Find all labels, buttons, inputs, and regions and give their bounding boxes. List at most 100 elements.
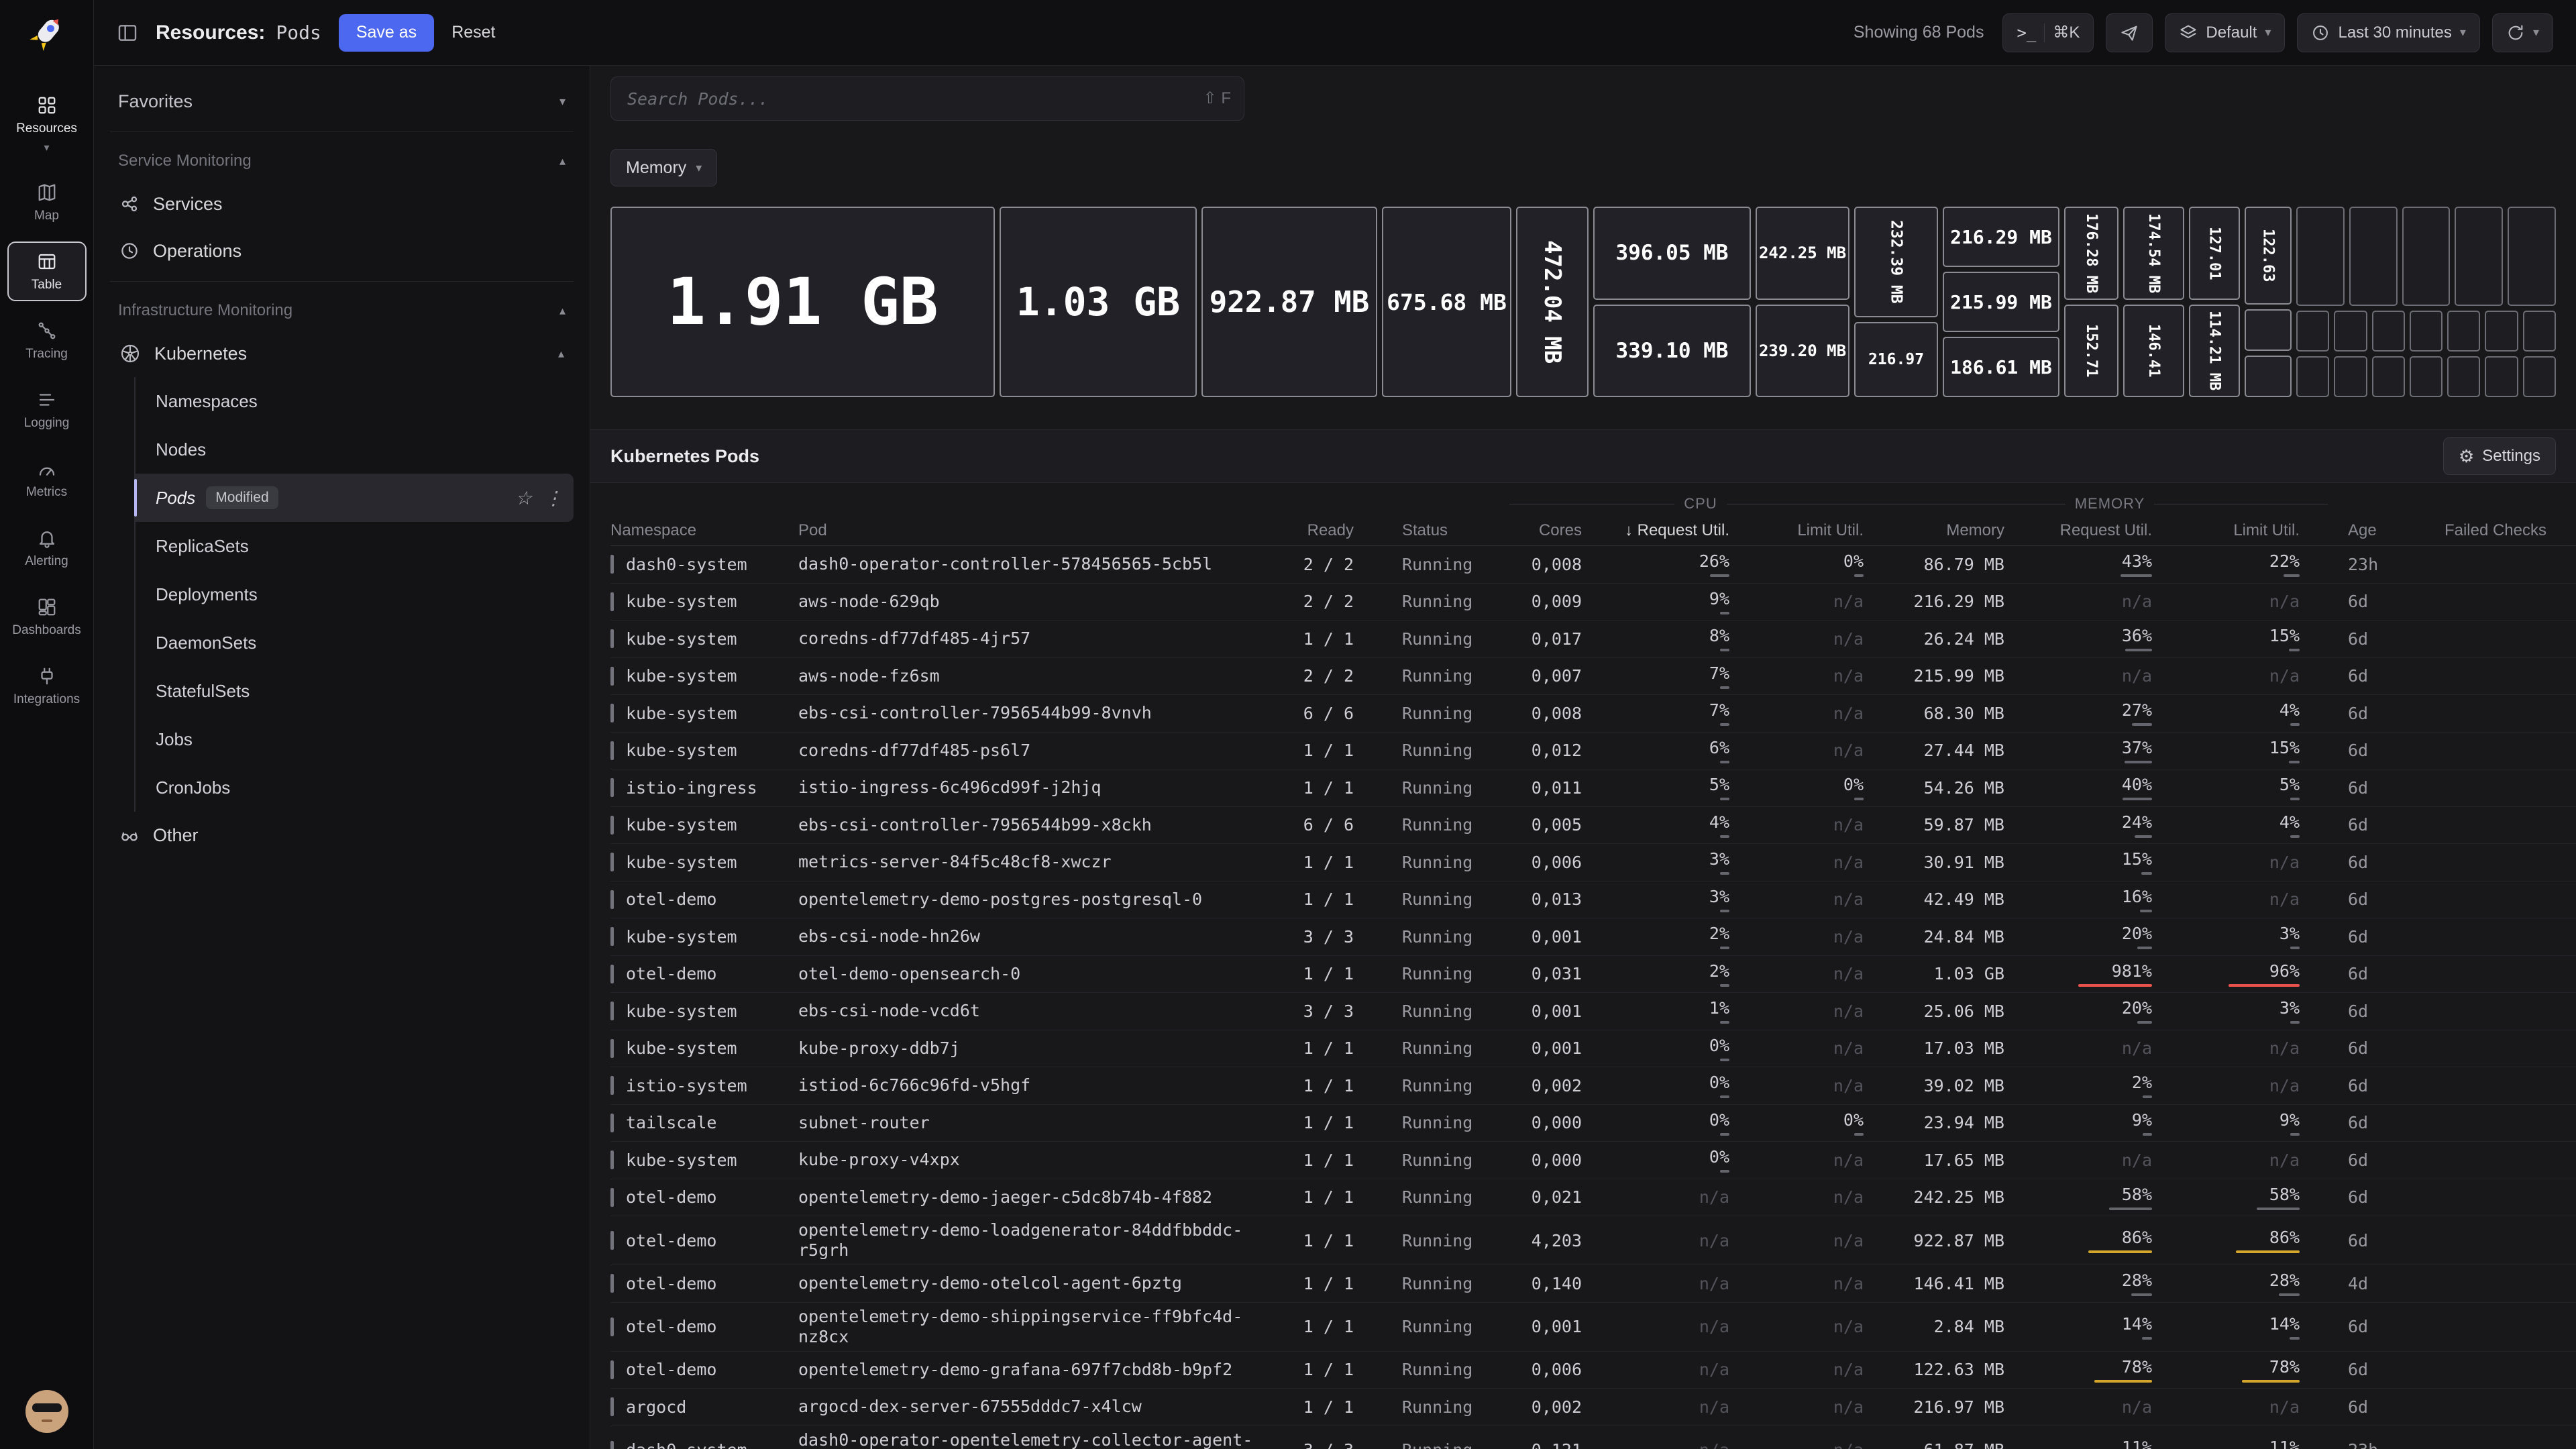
sidebar-item-kubernetes[interactable]: Kubernetes ▴ [110,330,574,377]
sidebar-toggle-icon[interactable] [117,22,138,44]
star-icon[interactable]: ☆ [515,487,532,509]
table-row[interactable]: kube-systemcoredns-df77df485-ps6l71 / 1R… [610,733,2576,770]
treemap-empty-cell[interactable] [2523,311,2556,352]
treemap-empty-cell[interactable] [2334,356,2367,397]
col-header-failed-checks[interactable]: Failed Checks [2415,521,2556,540]
treemap-cell[interactable]: 339.10 MB [1593,305,1751,398]
treemap-cell[interactable]: 232.39 MB [1854,207,1938,317]
treemap-empty-cell[interactable] [2349,207,2398,306]
table-row[interactable]: kube-systemebs-csi-controller-7956544b99… [610,695,2576,733]
sidebar-item-logging[interactable]: Logging [7,380,87,439]
table-row[interactable]: kube-systemaws-node-629qb2 / 2Running0,0… [610,584,2576,621]
favorites-section-toggle[interactable]: Favorites ▾ [110,78,574,125]
sidebar-item-dashboards[interactable]: Dashboards [7,587,87,647]
table-row[interactable]: dash0-systemdash0-operator-opentelemetry… [610,1426,2576,1449]
table-row[interactable]: kube-systemebs-csi-controller-7956544b99… [610,807,2576,845]
user-avatar[interactable] [25,1390,68,1433]
table-row[interactable]: kube-systemkube-proxy-ddb7j1 / 1Running0… [610,1030,2576,1068]
treemap-empty-cell[interactable] [2296,207,2345,306]
sidebar-item-table[interactable]: Table [7,241,87,301]
table-row[interactable]: dash0-systemdash0-operator-controller-57… [610,546,2576,584]
table-row[interactable]: otel-demoopentelemetry-demo-grafana-697f… [610,1352,2576,1389]
share-button[interactable] [2106,13,2153,52]
save-as-button[interactable]: Save as [339,14,434,52]
table-row[interactable]: istio-systemistiod-6c766c96fd-v5hgf1 / 1… [610,1067,2576,1105]
time-range-selector[interactable]: Last 30 minutes ▾ [2297,13,2479,52]
sidebar-item-replicasets[interactable]: ReplicaSets [136,522,574,570]
treemap-empty-cell[interactable] [2447,356,2480,397]
treemap-cell[interactable]: 1.91 GB [610,207,995,397]
sidebar-item-alerting[interactable]: Alerting [7,518,87,578]
table-row[interactable]: kube-systemkube-proxy-v4xpx1 / 1Running0… [610,1142,2576,1179]
sidebar-item-other[interactable]: Other [110,812,574,859]
col-header-cores[interactable]: Cores [1509,521,1610,540]
table-row[interactable]: tailscalesubnet-router1 / 1Running0,0000… [610,1105,2576,1142]
treemap-empty-cell[interactable] [2372,356,2405,397]
metric-selector[interactable]: Memory ▾ [610,149,717,186]
col-header-cpu-request-util[interactable]: ↓ Request Util. [1610,521,1758,540]
table-row[interactable]: otel-demootel-demo-opensearch-01 / 1Runn… [610,956,2576,994]
treemap-cell[interactable]: 215.99 MB [1943,272,2059,332]
kebab-menu-icon[interactable]: ⋮ [544,487,563,509]
treemap-empty-cell[interactable] [2296,311,2329,352]
col-header-status[interactable]: Status [1382,521,1509,540]
treemap-empty-cell[interactable] [2296,356,2329,397]
treemap-cell[interactable]: 176.28 MB [2064,207,2118,300]
table-row[interactable]: argocdargocd-dex-server-67555dddc7-x4lcw… [610,1389,2576,1426]
table-row[interactable]: otel-demoopentelemetry-demo-jaeger-c5dc8… [610,1179,2576,1217]
col-header-mem-limit-util[interactable]: Limit Util. [2180,521,2328,540]
infrastructure-monitoring-section-toggle[interactable]: Infrastructure Monitoring ▴ [110,291,574,330]
settings-button[interactable]: ⚙ Settings [2443,437,2556,475]
sidebar-item-services[interactable]: Services [110,180,574,227]
treemap-cell[interactable]: 174.54 MB [2123,207,2184,300]
sidebar-item-pods[interactable]: Pods Modified ☆ ⋮ [136,474,574,522]
treemap-empty-cell[interactable] [2410,311,2443,352]
treemap-cell[interactable]: 216.29 MB [1943,207,2059,267]
treemap-cell[interactable]: 396.05 MB [1593,207,1751,300]
treemap-cell[interactable]: 242.25 MB [1756,207,1849,300]
command-palette-button[interactable]: >_ ⌘K [2002,13,2094,52]
table-row[interactable]: kube-systemebs-csi-node-hn26w3 / 3Runnin… [610,918,2576,956]
treemap-cell[interactable]: 127.01 [2189,207,2240,300]
sidebar-item-cronjobs[interactable]: CronJobs [136,763,574,812]
table-row[interactable]: otel-demoopentelemetry-demo-postgres-pos… [610,881,2576,919]
sidebar-item-statefulsets[interactable]: StatefulSets [136,667,574,715]
table-row[interactable]: istio-ingressistio-ingress-6c496cd99f-j2… [610,769,2576,807]
treemap-empty-cell[interactable] [2508,207,2556,306]
table-row[interactable]: kube-systemebs-csi-node-vcd6t3 / 3Runnin… [610,993,2576,1030]
table-row[interactable]: kube-systemaws-node-fz6sm2 / 2Running0,0… [610,658,2576,696]
col-header-ready[interactable]: Ready [1301,521,1382,540]
treemap-empty-cell[interactable] [2523,356,2556,397]
search-input[interactable] [610,76,1244,121]
treemap-cell[interactable]: 1.03 GB [1000,207,1197,397]
treemap-cell[interactable]: 216.97 [1854,322,1938,397]
table-row[interactable]: otel-demoopentelemetry-demo-shippingserv… [610,1303,2576,1352]
sidebar-item-daemonsets[interactable]: DaemonSets [136,619,574,667]
sidebar-item-metrics[interactable]: Metrics [7,449,87,508]
sidebar-item-integrations[interactable]: Integrations [7,656,87,716]
treemap-empty-cell[interactable] [2485,311,2518,352]
treemap-cell[interactable]: 922.87 MB [1201,207,1377,397]
sidebar-item-deployments[interactable]: Deployments [136,570,574,619]
treemap-empty-cell[interactable] [2455,207,2503,306]
col-header-memory[interactable]: Memory [1892,521,2033,540]
sidebar-item-tracing[interactable]: Tracing [7,311,87,370]
sidebar-item-map[interactable]: Map [7,172,87,232]
reset-button[interactable]: Reset [451,23,495,42]
dataset-selector[interactable]: Default ▾ [2165,13,2285,52]
treemap-cell[interactable]: 114.21 MB [2189,305,2240,398]
service-monitoring-section-toggle[interactable]: Service Monitoring ▴ [110,142,574,180]
col-header-age[interactable]: Age [2328,521,2415,540]
treemap-empty-cell[interactable] [2245,356,2292,397]
col-header-mem-request-util[interactable]: Request Util. [2033,521,2180,540]
table-row[interactable]: kube-systemcoredns-df77df485-4jr571 / 1R… [610,621,2576,658]
treemap-empty-cell[interactable] [2485,356,2518,397]
treemap-empty-cell[interactable] [2372,311,2405,352]
treemap-empty-cell[interactable] [2410,356,2443,397]
treemap-cell[interactable]: 122.63 [2245,207,2292,305]
sidebar-item-resources[interactable]: Resources ▾ [7,85,87,163]
sidebar-item-namespaces[interactable]: Namespaces [136,377,574,425]
col-header-cpu-limit-util[interactable]: Limit Util. [1758,521,1892,540]
refresh-button[interactable]: ▾ [2492,13,2553,52]
treemap-cell[interactable]: 472.04 MB [1516,207,1589,397]
